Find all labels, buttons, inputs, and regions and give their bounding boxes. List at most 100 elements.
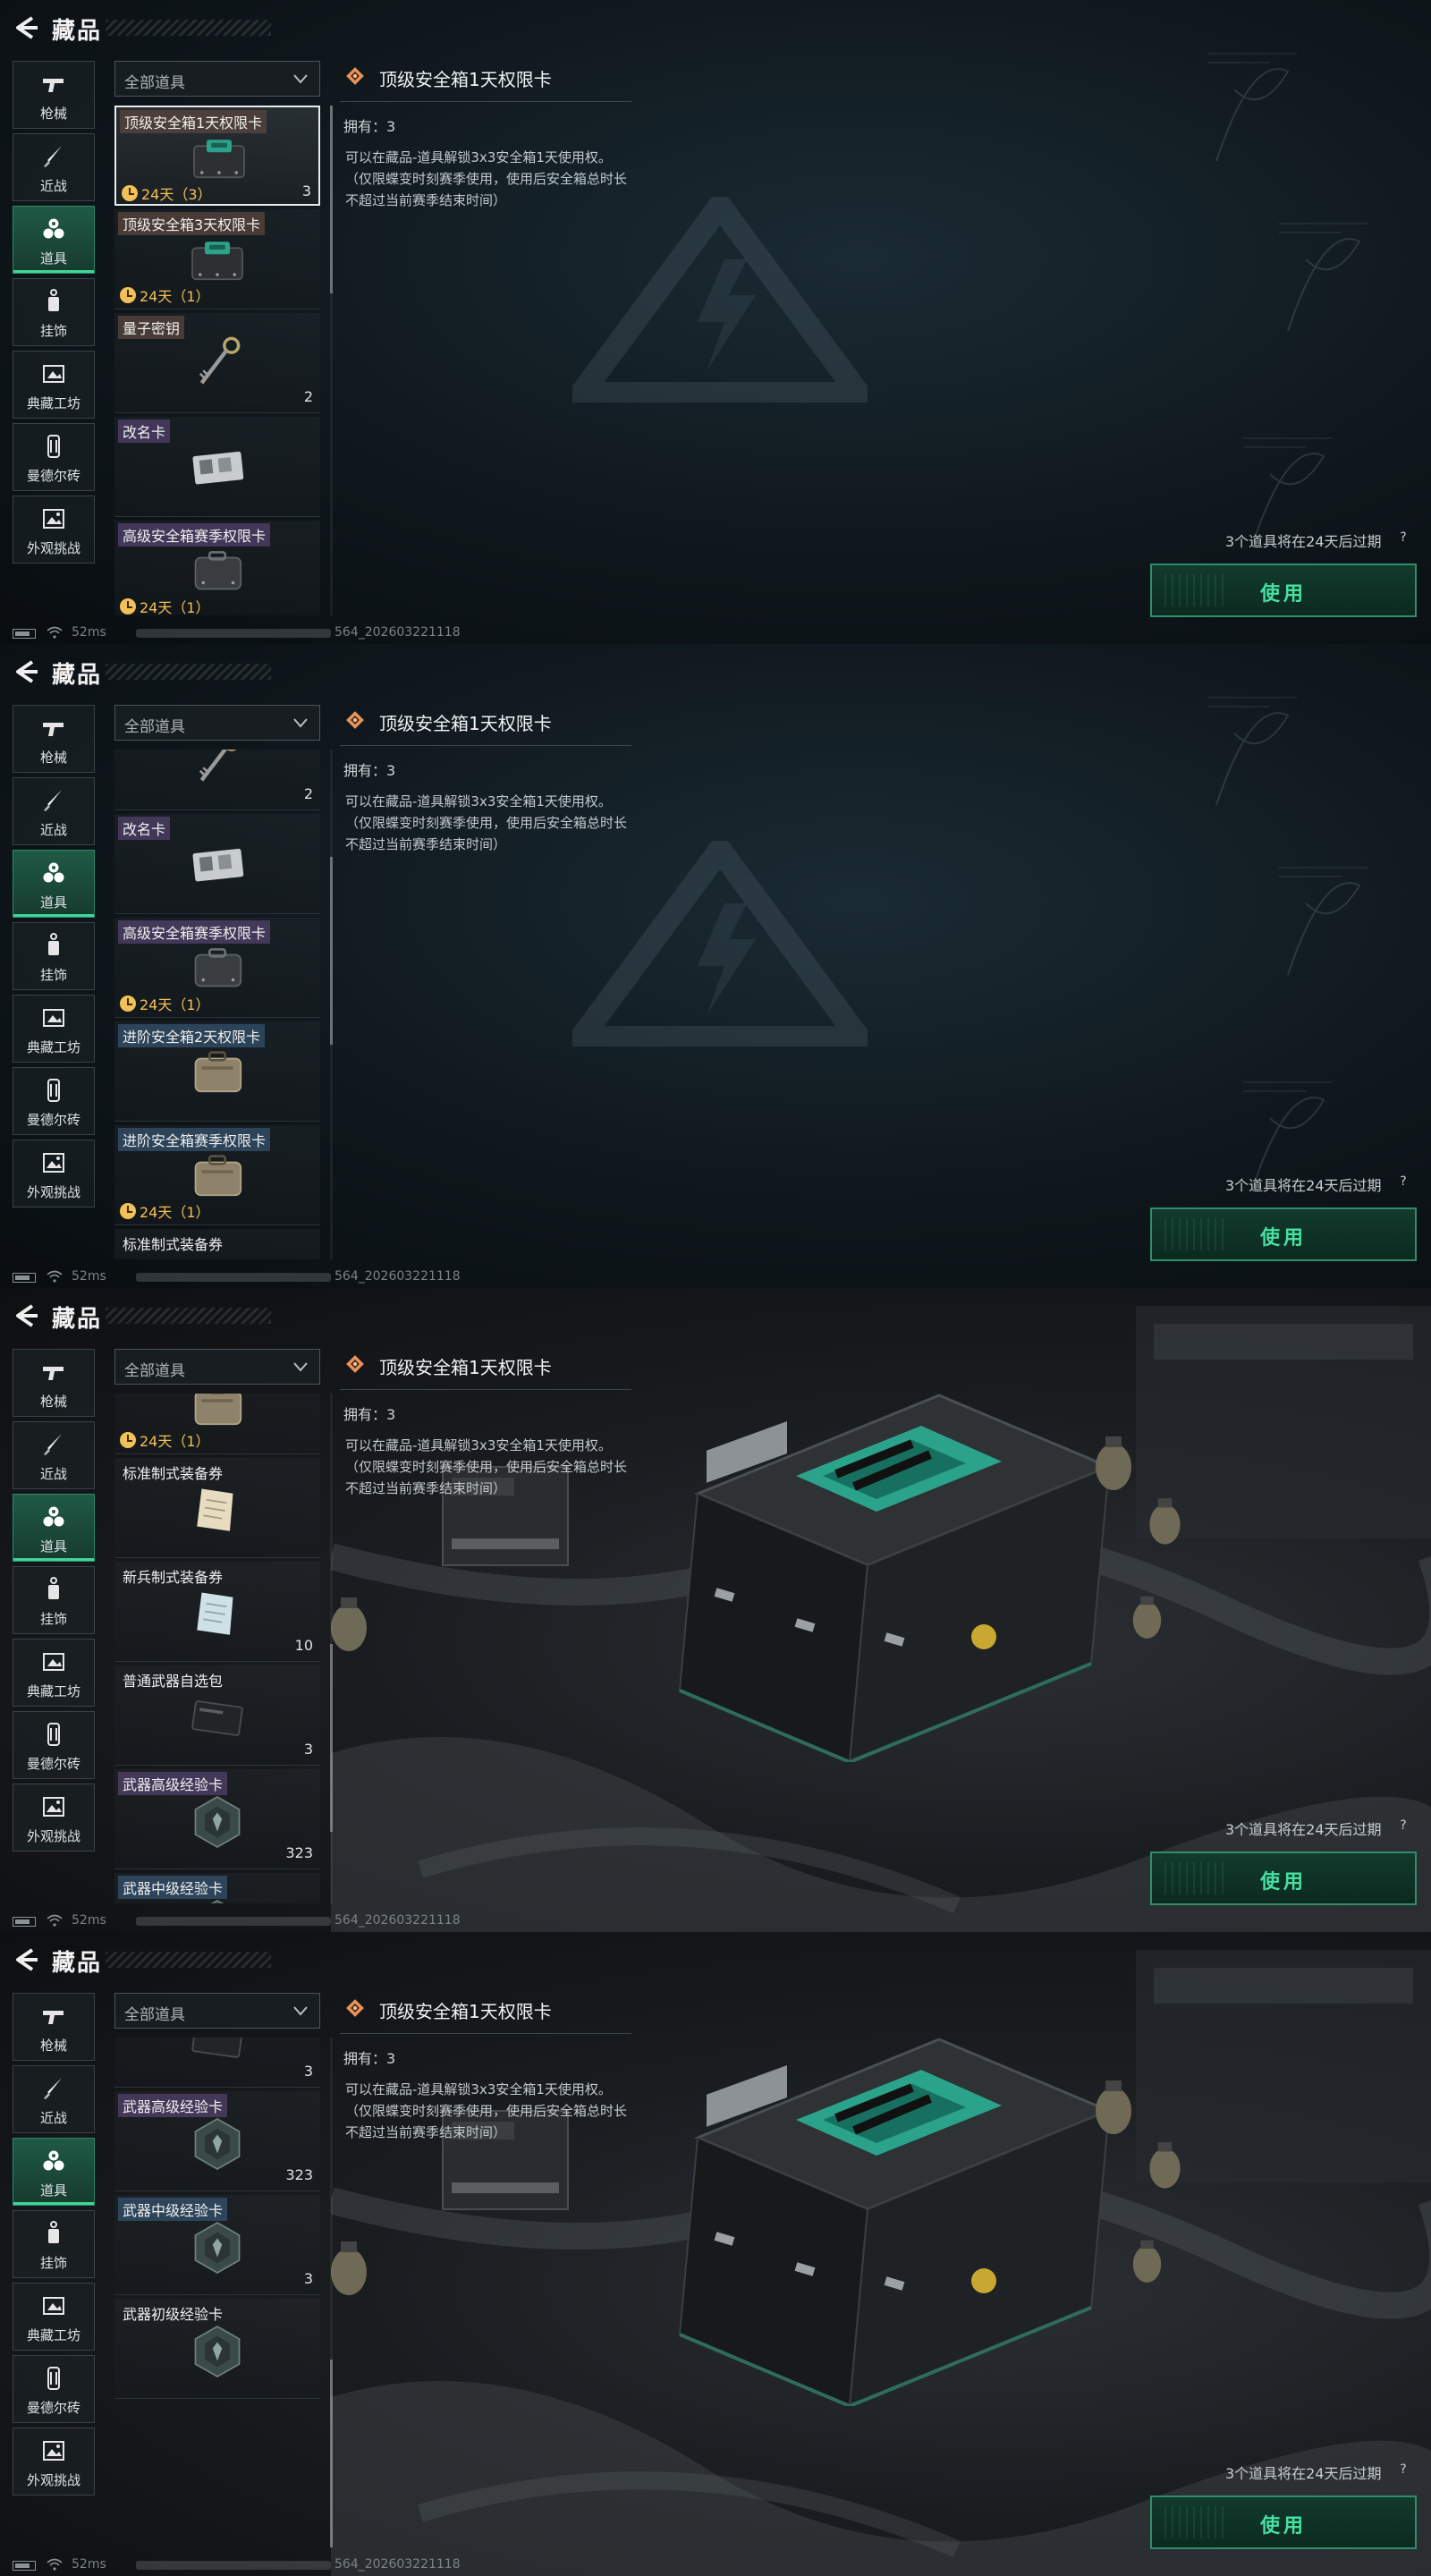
list-item[interactable]: 武器高级经验卡 323 [114,2091,320,2191]
list-scrollbar[interactable] [330,2038,333,2547]
list-item[interactable]: 进阶安全箱赛季权限卡24天（1） [114,1394,320,1454]
item-list[interactable]: 量子密钥2 改名卡高级安全箱赛季权限卡24天（1）进阶安全箱2天权限卡进阶安全箱赛… [114,750,326,1259]
help-icon[interactable]: ? [1395,1174,1411,1190]
list-item[interactable]: 顶级安全箱1天权限卡 24天（3） 3 [114,106,320,206]
use-button[interactable]: 使用 [1150,1208,1417,1261]
sidebar-item-knife[interactable]: 近战 [13,2065,95,2133]
use-button-label: 使用 [1259,1227,1307,1250]
sidebar-item-workshop[interactable]: 典藏工坊 [13,351,95,419]
sidebar-item-challenge[interactable]: 外观挑战 [13,496,95,564]
list-item[interactable]: 量子密钥2 [114,750,320,810]
items-icon-wrap [13,860,94,886]
sidebar-item-brick[interactable]: 曼德尔砖 [13,423,95,491]
list-item[interactable]: 武器中级经验卡3 [114,1873,320,1903]
help-icon[interactable]: ? [1395,530,1411,546]
scroll-thumb[interactable] [330,857,333,1045]
sidebar-item-label: 外观挑战 [26,540,80,556]
detail-description: 可以在藏品-道具解锁3x3安全箱1天使用权。（仅限蝶变时刻赛季使用，使用后安全箱… [345,1437,628,1496]
sidebar-item-items[interactable]: 道具 [13,2138,95,2206]
timer-text: 24天（3） [141,186,212,203]
sidebar-item-pistol[interactable]: 枪械 [13,705,95,773]
filter-dropdown[interactable]: 全部道具 [114,705,320,741]
use-button[interactable]: 使用 [1150,1852,1417,1905]
detail-title: 顶级安全箱1天权限卡 [379,69,552,90]
sidebar-item-brick[interactable]: 曼德尔砖 [13,1711,95,1779]
workshop-icon-wrap [13,360,94,387]
list-scrollbar[interactable] [330,1394,333,1903]
help-icon[interactable]: ? [1395,2462,1411,2478]
clock-icon [120,287,136,303]
wifi-icon [47,626,63,639]
sidebar-item-pistol[interactable]: 枪械 [13,1349,95,1417]
list-item[interactable]: 进阶安全箱赛季权限卡24天（1） [114,1125,320,1225]
list-item[interactable]: 高级安全箱赛季权限卡 24天（1） [114,521,320,615]
expire-timer: 24天（3） [122,182,212,204]
sidebar-item-charm[interactable]: 挂饰 [13,2210,95,2278]
list-item[interactable]: 武器中级经验卡3 [114,2195,320,2295]
sidebar-item-charm[interactable]: 挂饰 [13,278,95,346]
filter-dropdown[interactable]: 全部道具 [114,1349,320,1385]
item-count: 3 [301,182,311,199]
pistol-icon [43,723,64,736]
list-item[interactable]: 新兵制式装备券 10 [114,1562,320,1662]
sidebar-item-label: 挂饰 [39,2255,67,2271]
sidebar-item-items[interactable]: 道具 [13,206,95,274]
sidebar-item-knife[interactable]: 近战 [13,1421,95,1489]
use-button[interactable]: 使用 [1150,2496,1417,2549]
sidebar-item-workshop[interactable]: 典藏工坊 [13,995,95,1063]
sidebar-item-label: 枪械 [39,750,67,766]
sidebar-item-challenge[interactable]: 外观挑战 [13,2428,95,2496]
scroll-thumb[interactable] [330,106,333,293]
item-list[interactable]: 进阶安全箱赛季权限卡24天（1）标准制式装备券新兵制式装备券10普通武器自选包3… [114,1394,326,1903]
use-button[interactable]: 使用 [1150,564,1417,617]
list-item[interactable]: 量子密钥2 [114,313,320,413]
list-item[interactable]: 普通武器自选包3 [114,2038,320,2088]
sidebar-item-brick[interactable]: 曼德尔砖 [13,2355,95,2423]
list-item[interactable]: 顶级安全箱3天权限卡 24天（1） [114,209,320,309]
list-item[interactable]: 标准制式装备券 [114,1458,320,1558]
scroll-thumb[interactable] [330,2360,333,2547]
back-arrow-icon[interactable] [13,658,39,685]
list-item[interactable]: 改名卡 [114,814,320,914]
sidebar-item-workshop[interactable]: 典藏工坊 [13,2283,95,2351]
list-item[interactable]: 普通武器自选包3 [114,1665,320,1766]
use-button-label: 使用 [1259,2515,1307,2538]
sidebar-item-knife[interactable]: 近战 [13,133,95,201]
status-bar: 52ms 564_20260322111​8 [0,2556,501,2574]
category-sidebar: 枪械 近战 道具 挂饰 典藏工坊 曼德尔砖外观挑战 [13,61,95,568]
filter-dropdown[interactable]: 全部道具 [114,61,320,97]
list-item[interactable]: 进阶安全箱2天权限卡 [114,1021,320,1122]
sidebar-item-items[interactable]: 道具 [13,1494,95,1562]
list-item[interactable]: 武器高级经验卡 323 [114,1769,320,1869]
sidebar-item-pistol[interactable]: 枪械 [13,61,95,129]
back-arrow-icon[interactable] [13,1302,39,1329]
sidebar-item-challenge[interactable]: 外观挑战 [13,1784,95,1852]
sidebar-item-charm[interactable]: 挂饰 [13,1566,95,1634]
item-list[interactable]: 普通武器自选包3武器高级经验卡323武器中级经验卡3武器初级经验卡 [114,2038,326,2547]
scroll-thumb[interactable] [330,1644,333,1832]
list-scrollbar[interactable] [330,750,333,1259]
sidebar-item-brick[interactable]: 曼德尔砖 [13,1067,95,1135]
filter-dropdown[interactable]: 全部道具 [114,1993,320,2029]
sidebar-item-challenge[interactable]: 外观挑战 [13,1140,95,1208]
sidebar-item-pistol[interactable]: 枪械 [13,1993,95,2061]
back-arrow-icon[interactable] [13,14,39,41]
list-item[interactable]: 武器初级经验卡 [114,2299,320,2399]
sidebar-item-workshop[interactable]: 典藏工坊 [13,1639,95,1707]
item-list[interactable]: 顶级安全箱1天权限卡 24天（3） 3 顶级安全箱3天权限卡 24天（1） 量子密钥 2 改名… [114,106,326,615]
help-icon[interactable]: ? [1395,1818,1411,1834]
list-item[interactable]: 高级安全箱赛季权限卡 24天（1） [114,918,320,1018]
sidebar-item-knife[interactable]: 近战 [13,777,95,845]
key-icon [173,750,262,794]
voucher-blue-icon [173,1583,262,1646]
back-arrow-icon[interactable] [13,1946,39,1973]
sidebar-item-charm[interactable]: 挂饰 [13,922,95,990]
list-item[interactable]: 改名卡 [114,417,320,517]
items-icon-wrap [13,2148,94,2174]
item-count: 2 [303,388,313,405]
list-scrollbar[interactable] [330,106,333,615]
sidebar-item-items[interactable]: 道具 [13,850,95,918]
background-sketch [1198,36,1306,179]
list-item[interactable]: 标准制式装备券 [114,1229,320,1259]
pistol-icon-wrap [13,2003,94,2029]
